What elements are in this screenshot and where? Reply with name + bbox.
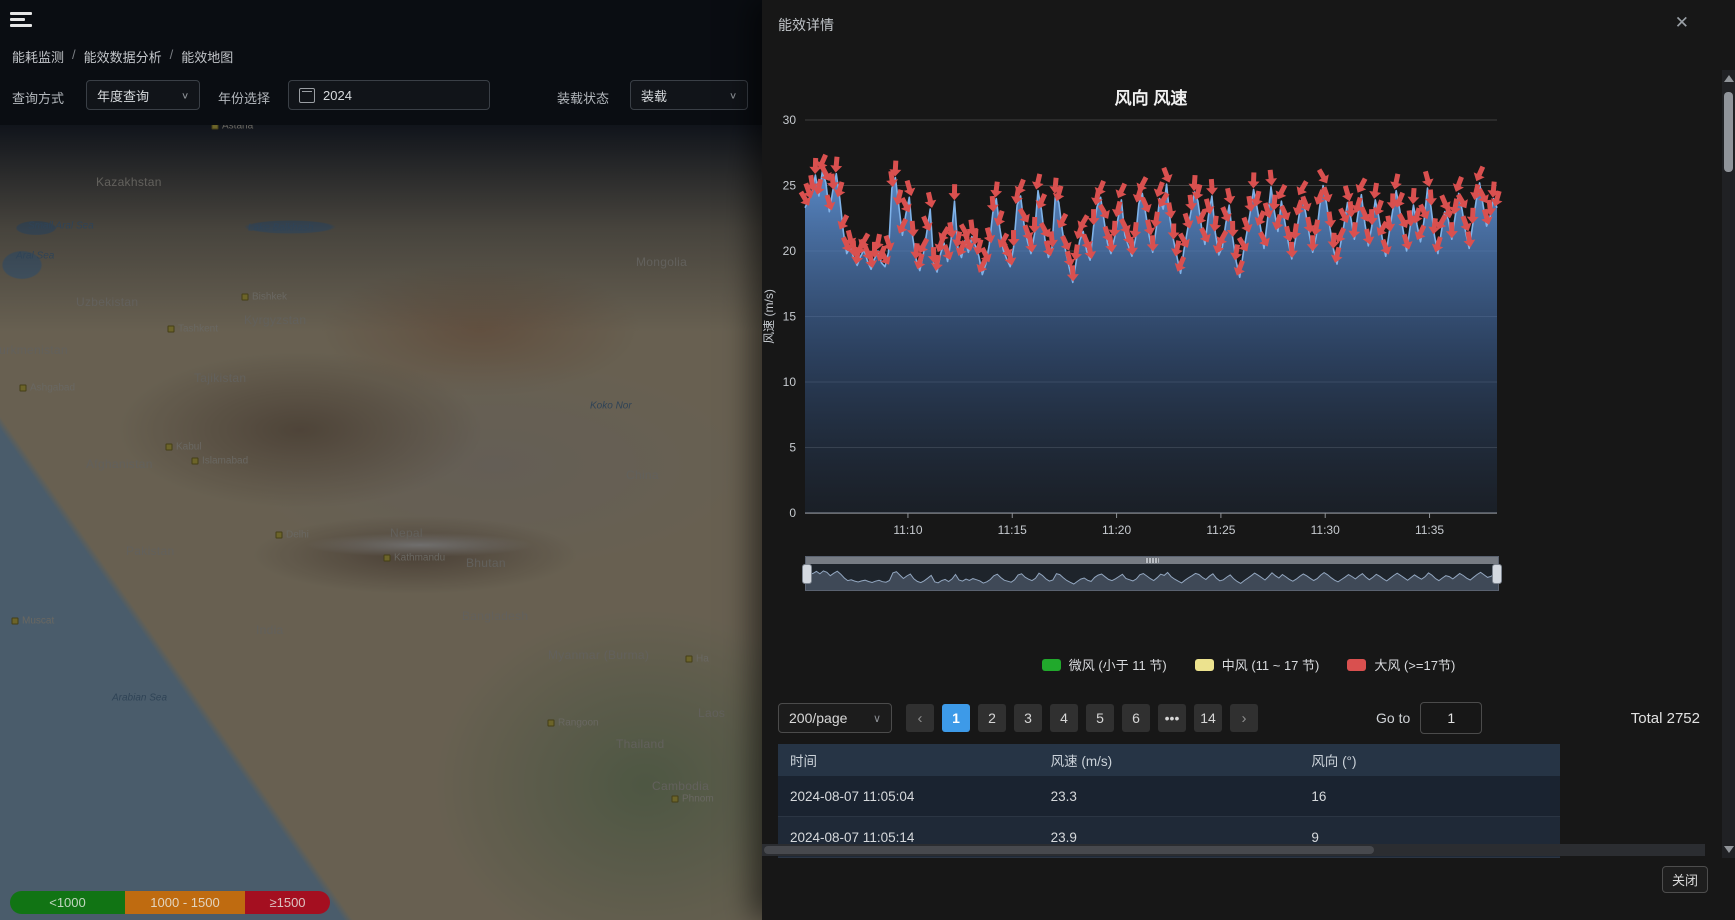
scroll-up-icon[interactable] [1724, 75, 1734, 82]
page-button-3[interactable]: 3 [1014, 704, 1042, 732]
svg-text:20: 20 [783, 244, 797, 258]
page-button-6[interactable]: 6 [1122, 704, 1150, 732]
legend-label: 微风 (小于 11 节) [1069, 655, 1167, 674]
breadcrumb-separator: / [72, 47, 76, 66]
breadcrumb-separator: / [170, 47, 174, 66]
year-value: 2024 [323, 88, 352, 103]
legend-item[interactable]: 中风 (11 ~ 17 节) [1195, 655, 1320, 674]
calendar-icon [299, 88, 315, 103]
map-legend-segment: 1000 - 1500 [125, 891, 245, 914]
svg-text:30: 30 [783, 113, 797, 127]
hscroll-thumb[interactable] [764, 846, 1374, 854]
load-state-value: 装载 [641, 86, 667, 105]
table-cell: 16 [1299, 776, 1560, 817]
svg-text:11:10: 11:10 [893, 523, 922, 537]
chevron-down-icon: ∨ [729, 90, 737, 100]
vscroll-thumb[interactable] [1724, 92, 1733, 172]
datazoom-slider[interactable] [805, 556, 1499, 591]
query-mode-value: 年度查询 [97, 86, 149, 105]
page-button-2[interactable]: 2 [978, 704, 1006, 732]
table-cell: 23.3 [1039, 776, 1300, 817]
load-state-label: 装载状态 [557, 88, 609, 107]
svg-text:0: 0 [789, 506, 796, 520]
datazoom-grip[interactable] [1145, 558, 1159, 563]
legend-item[interactable]: 大风 (>=17节) [1347, 655, 1455, 674]
map-value-legend: <10001000 - 1500≥1500 [10, 891, 330, 914]
close-button[interactable]: 关闭 [1662, 866, 1708, 893]
legend-swatch [1347, 659, 1366, 671]
prev-page-button[interactable]: ‹ [906, 704, 934, 732]
chart-legend: 微风 (小于 11 节) 中风 (11 ~ 17 节) 大风 (>=17节) [762, 655, 1735, 674]
table-header: 时间 [778, 744, 1039, 776]
vertical-scrollbar[interactable] [1722, 70, 1735, 858]
page-button-1[interactable]: 1 [942, 704, 970, 732]
energy-detail-dialog: 能效详情 ✕ 风向 风速 051015202530风速 (m/s)11:1011… [762, 0, 1735, 920]
svg-text:风速 (m/s): 风速 (m/s) [762, 289, 776, 344]
svg-text:5: 5 [789, 441, 796, 455]
query-mode-select[interactable]: 年度查询 ∨ [86, 80, 200, 110]
svg-text:11:35: 11:35 [1415, 523, 1444, 537]
load-state-select[interactable]: 装载 ∨ [630, 80, 748, 110]
svg-text:11:15: 11:15 [998, 523, 1027, 537]
goto-page-input[interactable] [1420, 702, 1482, 734]
scroll-down-icon[interactable] [1724, 846, 1734, 853]
legend-label: 中风 (11 ~ 17 节) [1222, 655, 1320, 674]
wind-speed-direction-chart[interactable]: 0 5 10 15 20 25 30 风速 (m/s) 11:10 11:15 11:20 11:25… [762, 0, 1735, 700]
map-legend-segment: ≥1500 [245, 891, 330, 914]
table-cell: 2024-08-07 11:05:04 [778, 776, 1039, 817]
total-count: Total 2752 [1631, 710, 1700, 727]
breadcrumb-item[interactable]: 能效地图 [181, 47, 233, 66]
table-header: 风向 (°) [1299, 744, 1560, 776]
menu-hamburger-icon[interactable] [10, 12, 32, 29]
legend-item[interactable]: 微风 (小于 11 节) [1042, 655, 1167, 674]
pagination-bar: 200/page ∨ ‹ 123456 ••• 14 › Go to Total 275… [778, 702, 1719, 734]
legend-label: 大风 (>=17节) [1374, 655, 1455, 674]
svg-text:25: 25 [783, 179, 797, 193]
legend-swatch [1195, 659, 1214, 671]
table-header: 风速 (m/s) [1039, 744, 1300, 776]
horizontal-scrollbar[interactable] [762, 844, 1705, 856]
datazoom-sparkline [806, 564, 1498, 590]
page-size-value: 200/page [789, 710, 847, 726]
year-select-label: 年份选择 [218, 88, 270, 107]
page-button-14[interactable]: 14 [1194, 704, 1222, 732]
svg-text:11:25: 11:25 [1206, 523, 1235, 537]
goto-label: Go to [1376, 710, 1410, 726]
chevron-down-icon: ∨ [873, 712, 881, 725]
svg-text:10: 10 [783, 375, 797, 389]
next-page-button[interactable]: › [1230, 704, 1258, 732]
page-size-select[interactable]: 200/page ∨ [778, 703, 892, 733]
app-window: 能耗监测/能效数据分析/能效地图 查询方式 年度查询 ∨ 年份选择 2024 装… [0, 0, 1735, 920]
breadcrumb: 能耗监测 / 能效数据分析 / 能效地图 [12, 47, 233, 66]
datazoom-right-handle[interactable] [1492, 564, 1502, 584]
table-row: 2024-08-07 11:05:0423.316 [778, 776, 1560, 817]
svg-text:15: 15 [783, 310, 797, 324]
chevron-down-icon: ∨ [181, 90, 189, 100]
page-button-5[interactable]: 5 [1086, 704, 1114, 732]
svg-text:11:20: 11:20 [1102, 523, 1131, 537]
more-pages-button[interactable]: ••• [1158, 704, 1186, 732]
page-button-4[interactable]: 4 [1050, 704, 1078, 732]
breadcrumb-item[interactable]: 能耗监测 [12, 47, 64, 66]
datazoom-rail[interactable] [806, 557, 1498, 564]
query-mode-label: 查询方式 [12, 88, 64, 107]
map-legend-segment: <1000 [10, 891, 125, 914]
breadcrumb-item[interactable]: 能效数据分析 [84, 47, 162, 66]
wind-data-table: 时间风速 (m/s)风向 (°)2024-08-07 11:05:0423.31… [778, 744, 1560, 858]
legend-swatch [1042, 659, 1061, 671]
datazoom-left-handle[interactable] [802, 564, 812, 584]
year-date-input[interactable]: 2024 [288, 80, 490, 110]
svg-text:11:30: 11:30 [1311, 523, 1340, 537]
